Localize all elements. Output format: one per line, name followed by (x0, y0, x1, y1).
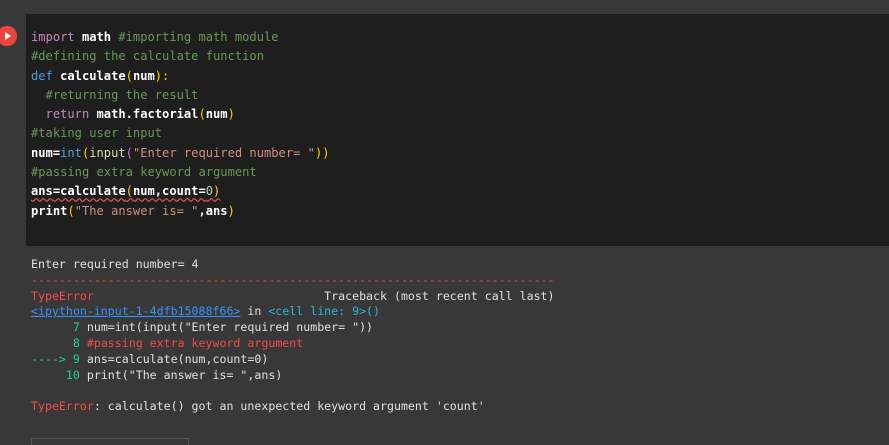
play-icon (0, 26, 17, 46)
cell-output: Enter required number= 4 ---------------… (31, 257, 555, 415)
cell-line-ref: <cell line: 9>() (268, 304, 381, 319)
input-prompt-line: Enter required number= 4 (31, 257, 199, 271)
traceback-line-7: 7 num=int(input("Enter required number= … (31, 320, 374, 335)
code-cell[interactable]: import math #importing math module #defi… (0, 14, 889, 246)
code-editor[interactable]: import math #importing math module #defi… (31, 28, 330, 221)
traceback-line-8: 8 #passing extra keyword argument (31, 335, 304, 350)
traceback-header-line: TypeError Traceback (most recent call la… (31, 289, 555, 303)
code-line-2: #defining the calculate function (31, 49, 264, 64)
code-line-5: return math.factorial(num) (31, 107, 235, 122)
code-line-8: #passing extra keyword argument (31, 165, 257, 180)
error-type: TypeError (31, 288, 94, 303)
final-error-type: TypeError (31, 399, 94, 414)
code-line-4: #returning the result (31, 87, 199, 102)
code-line-9: ans=calculate(num,count=0) (31, 184, 221, 199)
code-line-6: #taking user input (31, 126, 163, 141)
traceback-location-line: <ipython-input-1-4dfb15088f66> in <cell … (31, 304, 381, 319)
top-bar (0, 0, 889, 14)
code-line-3: def calculate(num): (31, 68, 170, 83)
code-line-1: import math #importing math module (31, 30, 279, 44)
final-error-line: TypeError: calculate() got an unexpected… (31, 399, 485, 413)
final-error-message: : calculate() got an unexpected keyword … (93, 399, 485, 414)
cell-gutter (0, 14, 26, 246)
code-line-10: print("The answer is= ",ans) (31, 203, 235, 218)
traceback-line-9: ----> 9 ans=calculate(num,count=0) (31, 351, 269, 366)
traceback-title: Traceback (most recent call last) (324, 288, 555, 303)
code-line-7: num=int(input("Enter required number= ")… (31, 145, 330, 160)
run-cell-button[interactable] (0, 26, 17, 46)
traceback-line-10: 10 print("The answer is= ",ans) (31, 367, 283, 382)
ipython-input-link[interactable]: <ipython-input-1-4dfb15088f66> (31, 304, 240, 318)
traceback-divider: ----------------------------------------… (31, 272, 555, 287)
